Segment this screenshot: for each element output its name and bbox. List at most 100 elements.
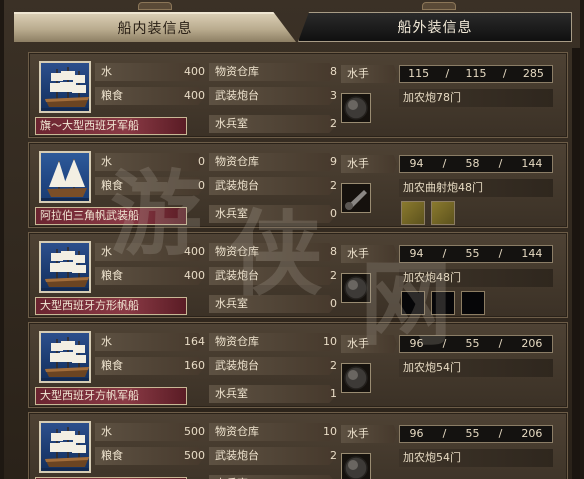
equipment-slot[interactable] bbox=[401, 201, 425, 225]
food-value: 0 bbox=[198, 179, 205, 192]
tab-ornament bbox=[138, 2, 172, 10]
battery-label: 武装炮台 bbox=[215, 89, 259, 102]
crew-current: 96 bbox=[409, 337, 424, 350]
battery-label: 武装炮台 bbox=[215, 269, 259, 282]
ship-list: 旗～大型西班牙军船水 400 粮食 400 物资仓库 8 武装炮台 3 水兵室 2 水手 115/11… bbox=[28, 48, 568, 479]
crew-sep: / bbox=[498, 337, 503, 350]
warehouse-value: 10 bbox=[323, 335, 337, 348]
water-value: 500 bbox=[184, 425, 205, 438]
equipment-slot[interactable] bbox=[431, 201, 455, 225]
crew-counts: 94 / 55 / 144 bbox=[399, 245, 553, 263]
crew-needed: 55 bbox=[465, 427, 480, 440]
battery-value: 2 bbox=[330, 449, 337, 462]
equipment-slot[interactable] bbox=[431, 291, 455, 315]
crew-max: 144 bbox=[521, 247, 543, 260]
crew-current: 115 bbox=[408, 67, 430, 80]
crew-sep: / bbox=[445, 67, 450, 80]
crew-max: 285 bbox=[522, 67, 544, 80]
crew-sep: / bbox=[442, 157, 447, 170]
cannon-ball-icon[interactable] bbox=[341, 363, 371, 393]
crew-current: 94 bbox=[409, 157, 424, 170]
water-label: 水 bbox=[101, 155, 112, 168]
crew-counts: 96 / 55 / 206 bbox=[399, 335, 553, 353]
marines-label: 水兵室 bbox=[215, 207, 248, 220]
marines-value: 0 bbox=[330, 207, 337, 220]
battery-label: 武装炮台 bbox=[215, 179, 259, 192]
crew-sep: / bbox=[442, 337, 447, 350]
battery-value: 2 bbox=[330, 359, 337, 372]
ship-row[interactable]: 大型西班牙方帆军船 水 164 粮食 160 物资仓库 10 武装炮台 2 水兵室 1 水手 96 / 55… bbox=[28, 322, 568, 408]
crew-label: 水手 bbox=[347, 337, 369, 350]
warehouse-label: 物资仓库 bbox=[215, 155, 259, 168]
marines-label: 水兵室 bbox=[215, 387, 248, 400]
food-value: 400 bbox=[184, 89, 205, 102]
ship-row[interactable]: 大型西班牙方形帆船 水 400 粮食 400 物资仓库 8 武装炮台 2 水兵室 0 水手 94 / 55 /… bbox=[28, 232, 568, 318]
marines-value bbox=[299, 475, 337, 479]
ship-name: 阿拉伯三角帆武装船 bbox=[35, 207, 187, 225]
food-label: 粮食 bbox=[101, 359, 123, 372]
crew-needed: 115 bbox=[465, 67, 487, 80]
water-label: 水 bbox=[101, 335, 112, 348]
guns-info: 加农曲射炮48门 bbox=[399, 179, 553, 197]
water-label: 水 bbox=[101, 245, 112, 258]
water-value: 400 bbox=[184, 245, 205, 258]
marines-label: 水兵室 bbox=[215, 475, 248, 479]
tab-inner-equipment[interactable]: 船内装信息 bbox=[14, 12, 296, 42]
marines-value: 1 bbox=[330, 387, 337, 400]
warehouse-label: 物资仓库 bbox=[215, 245, 259, 258]
crew-max: 206 bbox=[521, 337, 543, 350]
marines-value: 2 bbox=[330, 117, 337, 130]
food-label: 粮食 bbox=[101, 449, 123, 462]
food-value: 160 bbox=[184, 359, 205, 372]
lateen-ship-icon[interactable] bbox=[39, 151, 91, 203]
equipment-slot[interactable] bbox=[461, 291, 485, 315]
galleon-icon[interactable] bbox=[39, 331, 91, 383]
galleon-icon[interactable] bbox=[39, 61, 91, 113]
ship-row[interactable]: 水 500 粮食 500 物资仓库 10 武装炮台 2 水兵室 水手 96 / 55 / 206 加农炮54门 bbox=[28, 412, 568, 479]
crew-label: 水手 bbox=[347, 67, 369, 80]
marines-value: 0 bbox=[330, 297, 337, 310]
marines-label: 水兵室 bbox=[215, 117, 248, 130]
water-label: 水 bbox=[101, 425, 112, 438]
crew-sep: / bbox=[442, 427, 447, 440]
water-value: 0 bbox=[198, 155, 205, 168]
crew-current: 94 bbox=[409, 247, 424, 260]
battery-label: 武装炮台 bbox=[215, 449, 259, 462]
crew-sep: / bbox=[442, 247, 447, 260]
crew-label: 水手 bbox=[347, 157, 369, 170]
warehouse-value: 8 bbox=[330, 65, 337, 78]
mortar-icon[interactable] bbox=[341, 183, 371, 213]
warehouse-label: 物资仓库 bbox=[215, 65, 259, 78]
galleon-icon[interactable] bbox=[39, 421, 91, 473]
water-label: 水 bbox=[101, 65, 112, 78]
cannon-ball-icon[interactable] bbox=[341, 93, 371, 123]
guns-info: 加农炮54门 bbox=[399, 449, 553, 467]
crew-sep: / bbox=[498, 247, 503, 260]
crew-current: 96 bbox=[409, 427, 424, 440]
tab-outer-equipment[interactable]: 船外装信息 bbox=[298, 12, 572, 42]
battery-value: 2 bbox=[330, 269, 337, 282]
crew-counts: 115 / 115 / 285 bbox=[399, 65, 553, 83]
scrollbar[interactable] bbox=[572, 48, 580, 479]
ship-row[interactable]: 旗～大型西班牙军船水 400 粮食 400 物资仓库 8 武装炮台 3 水兵室 2 水手 115/11… bbox=[28, 52, 568, 138]
guns-info: 加农炮54门 bbox=[399, 359, 553, 377]
water-value: 400 bbox=[184, 65, 205, 78]
cannon-ball-icon[interactable] bbox=[341, 453, 371, 479]
battery-value: 2 bbox=[330, 179, 337, 192]
food-value: 500 bbox=[184, 449, 205, 462]
ship-row[interactable]: 阿拉伯三角帆武装船 水 0 粮食 0 物资仓库 9 武装炮台 2 水兵室 0 水手 94 / 58 / 144 加… bbox=[28, 142, 568, 228]
crew-max: 144 bbox=[521, 157, 543, 170]
tab-ornament bbox=[422, 2, 456, 10]
guns-info: 加农炮78门 bbox=[399, 89, 553, 107]
tab-bar: 船内装信息 船外装信息 bbox=[10, 2, 576, 44]
crew-needed: 58 bbox=[465, 157, 480, 170]
equipment-slot[interactable] bbox=[401, 291, 425, 315]
galleon-icon[interactable] bbox=[39, 241, 91, 293]
water-value: 164 bbox=[184, 335, 205, 348]
food-label: 粮食 bbox=[101, 179, 123, 192]
cannon-ball-icon[interactable] bbox=[341, 273, 371, 303]
warehouse-label: 物资仓库 bbox=[215, 425, 259, 438]
crew-counts: 96 / 55 / 206 bbox=[399, 425, 553, 443]
crew-needed: 55 bbox=[465, 247, 480, 260]
food-label: 粮食 bbox=[101, 269, 123, 282]
